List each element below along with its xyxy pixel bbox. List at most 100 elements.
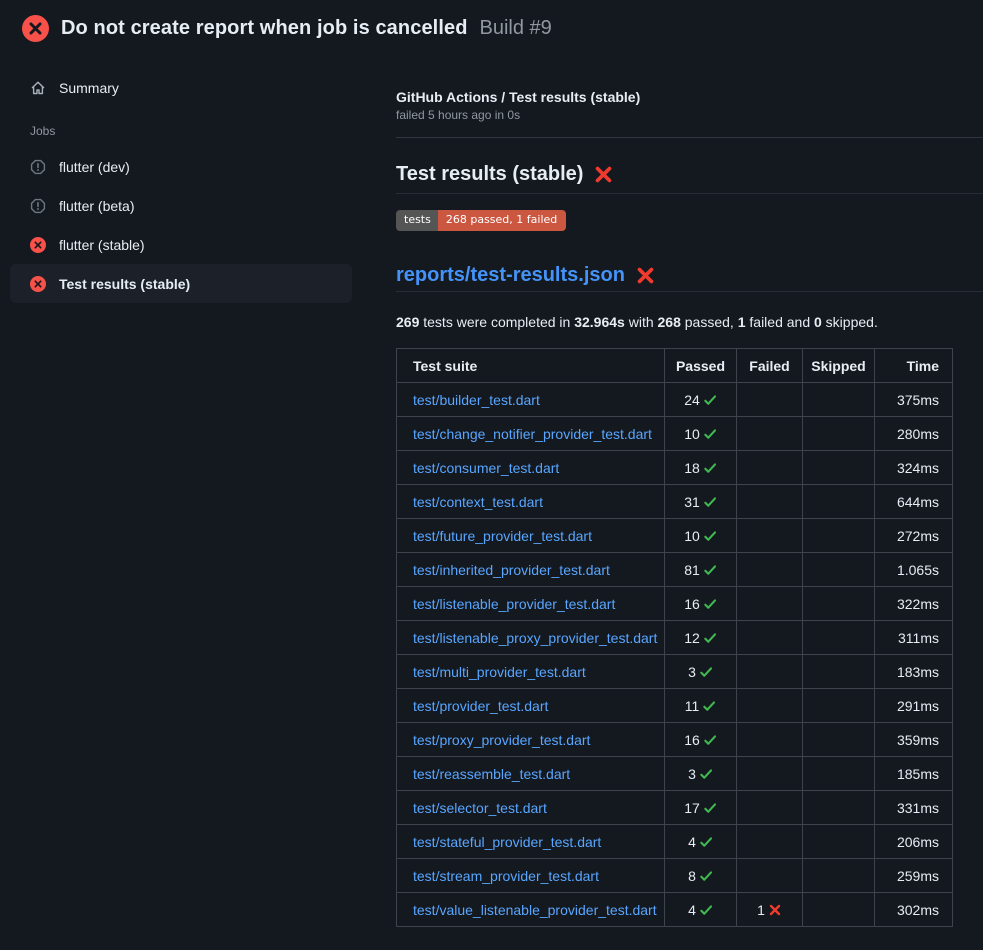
failed-cell <box>737 553 803 587</box>
table-row: test/provider_test.dart11291ms <box>397 689 953 723</box>
test-suite-cell: test/change_notifier_provider_test.dart <box>397 417 665 451</box>
test-suite-link[interactable]: test/reassemble_test.dart <box>413 766 570 782</box>
column-header-test-suite: Test suite <box>397 349 665 383</box>
x-circle-icon <box>30 276 46 292</box>
skipped-cell <box>803 689 875 723</box>
passed-cell: 3 <box>665 757 737 791</box>
time-cell: 185ms <box>875 757 953 791</box>
table-row: test/listenable_provider_test.dart 16 322m… <box>397 587 953 621</box>
passed-cell: 16 <box>665 587 737 621</box>
table-row: test/proxy_provider_test.dart16359ms <box>397 723 953 757</box>
column-header-passed: Passed <box>665 349 737 383</box>
time-cell: 331ms <box>875 791 953 825</box>
test-suite-link[interactable]: test/multi_provider_test.dart <box>413 664 586 680</box>
divider <box>396 137 983 138</box>
section-title: Test results (stable) <box>396 160 983 194</box>
table-row: test/multi_provider_test.dart3183ms <box>397 655 953 689</box>
sidebar-item-flutter-beta[interactable]: flutter (beta) <box>10 186 352 225</box>
passed-cell: 16 <box>665 723 737 757</box>
run-header: Do not create report when job is cancell… <box>0 0 983 51</box>
time-cell: 324ms <box>875 451 953 485</box>
sidebar-item-test-results-stable[interactable]: Test results (stable) <box>10 264 352 303</box>
test-suite-cell: test/provider_test.dart <box>397 689 665 723</box>
test-suite-cell: test/selector_test.dart <box>397 791 665 825</box>
passed-cell: 18 <box>665 451 737 485</box>
report-title: reports/test-results.json <box>396 261 983 292</box>
time-cell: 1.065s <box>875 553 953 587</box>
test-suite-link[interactable]: test/inherited_provider_test.dart <box>413 562 610 578</box>
section-title-text: Test results (stable) <box>396 160 583 188</box>
skipped-cell <box>803 757 875 791</box>
check-icon <box>703 529 717 543</box>
passed-count: 11 <box>685 698 700 714</box>
check-icon <box>703 631 717 645</box>
passed-cell: 3 <box>665 655 737 689</box>
test-suite-link[interactable]: test/proxy_provider_test.dart <box>413 732 590 748</box>
passed-cell: 8 <box>665 859 737 893</box>
skipped-cell <box>803 587 875 621</box>
sidebar-item-flutter-dev[interactable]: flutter (dev) <box>10 147 352 186</box>
table-row: test/consumer_test.dart 18 324ms <box>397 451 953 485</box>
check-icon <box>703 393 717 407</box>
table-row: test/selector_test.dart17331ms <box>397 791 953 825</box>
test-suite-link[interactable]: test/builder_test.dart <box>413 392 540 408</box>
passed-count: 16 <box>684 596 700 612</box>
time-cell: 272ms <box>875 519 953 553</box>
run-title: Do not create report when job is cancell… <box>61 17 468 40</box>
time-cell: 322ms <box>875 587 953 621</box>
test-suite-link[interactable]: test/future_provider_test.dart <box>413 528 592 544</box>
test-suite-link[interactable]: test/stateful_provider_test.dart <box>413 834 601 850</box>
skipped-cell <box>803 451 875 485</box>
passed-cell: 24 <box>665 383 737 417</box>
test-suite-link[interactable]: test/context_test.dart <box>413 494 543 510</box>
test-suite-link[interactable]: test/consumer_test.dart <box>413 460 559 476</box>
check-icon <box>703 461 717 475</box>
test-suite-link[interactable]: test/stream_provider_test.dart <box>413 868 599 884</box>
sidebar-item-label: Test results (stable) <box>59 276 190 292</box>
tests-badge: tests 268 passed, 1 failed <box>396 210 566 231</box>
skipped-cell <box>803 553 875 587</box>
time-cell: 302ms <box>875 893 953 927</box>
check-icon <box>699 835 713 849</box>
failed-cell <box>737 791 803 825</box>
failed-cell <box>737 689 803 723</box>
time-cell: 311ms <box>875 621 953 655</box>
time-cell: 259ms <box>875 859 953 893</box>
passed-cell: 11 <box>665 689 737 723</box>
check-icon <box>699 869 713 883</box>
table-row: test/context_test.dart31644ms <box>397 485 953 519</box>
passed-count: 18 <box>684 460 700 476</box>
passed-count: 31 <box>684 494 700 510</box>
table-header-row: Test suite Passed Failed Skipped Time <box>397 349 953 383</box>
table-row: test/stateful_provider_test.dart4206ms <box>397 825 953 859</box>
x-icon <box>768 903 782 917</box>
passed-count: 16 <box>684 732 700 748</box>
failed-cell <box>737 383 803 417</box>
home-icon <box>30 80 46 96</box>
sidebar-item-label: flutter (stable) <box>59 237 145 253</box>
passed-cell: 4 <box>665 893 737 927</box>
tests-badge-value: 268 passed, 1 failed <box>438 210 566 231</box>
table-row: test/inherited_provider_test.dart811.065… <box>397 553 953 587</box>
test-suite-link[interactable]: test/selector_test.dart <box>413 800 547 816</box>
test-suite-link[interactable]: test/listenable_provider_test.dart <box>413 596 615 612</box>
skipped-cell <box>803 859 875 893</box>
test-suite-link[interactable]: test/provider_test.dart <box>413 698 548 714</box>
sidebar-item-flutter-stable[interactable]: flutter (stable) <box>10 225 352 264</box>
test-suite-link[interactable]: test/value_listenable_provider_test.dart <box>413 902 657 918</box>
passed-count: 8 <box>688 868 696 884</box>
table-row: test/stream_provider_test.dart 8 259ms <box>397 859 953 893</box>
test-suite-link[interactable]: test/listenable_proxy_provider_test.dart <box>413 630 657 646</box>
skipped-cell <box>803 485 875 519</box>
breadcrumb: GitHub Actions / Test results (stable) <box>396 89 983 105</box>
sidebar-item-summary[interactable]: Summary <box>10 68 352 107</box>
test-suite-cell: test/value_listenable_provider_test.dart <box>397 893 665 927</box>
failed-count: 1 <box>757 902 765 918</box>
passed-count: 10 <box>684 426 700 442</box>
failed-cell <box>737 587 803 621</box>
passed-count: 10 <box>684 528 700 544</box>
report-file-link[interactable]: reports/test-results.json <box>396 261 625 289</box>
test-suite-link[interactable]: test/change_notifier_provider_test.dart <box>413 426 652 442</box>
check-icon <box>703 801 717 815</box>
jobs-section-label: Jobs <box>30 124 380 138</box>
